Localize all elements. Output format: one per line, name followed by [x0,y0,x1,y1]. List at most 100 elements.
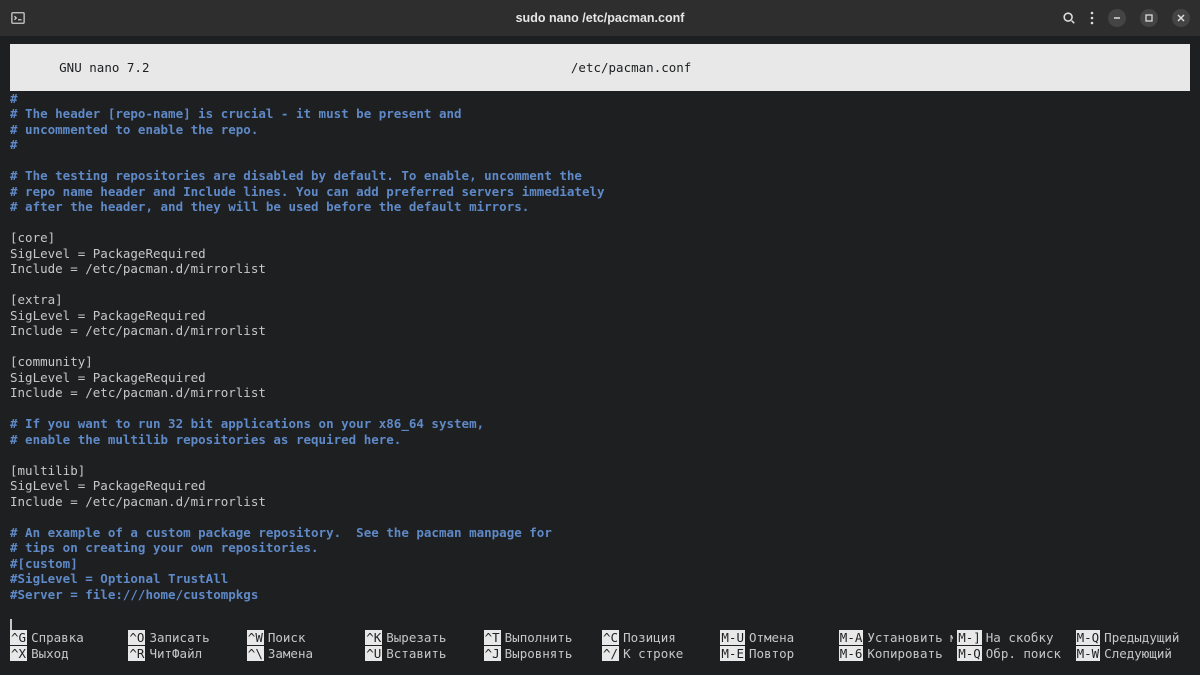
editor-line [10,215,1190,231]
minimize-button[interactable] [1108,9,1126,27]
shortcut-key: M-A [839,630,864,645]
shortcut-item: ^J Выровнять [484,646,598,662]
window-titlebar: sudo nano /etc/pacman.conf [0,0,1200,36]
terminal-viewport[interactable]: GNU nano 7.2 /etc/pacman.conf ## The hea… [0,36,1200,633]
shortcut-key: ^O [128,630,145,645]
shortcut-item: M-E Повтор [720,646,834,662]
shortcut-label: Следующий [1104,646,1172,661]
shortcut-item: ^U Вставить [365,646,479,662]
maximize-button[interactable] [1140,9,1158,27]
editor-line: # The header [repo-name] is crucial - it… [10,106,1190,122]
editor-line: # uncommented to enable the repo. [10,122,1190,138]
shortcut-label: Выполнить [505,630,573,645]
nano-filename: /etc/pacman.conf [571,60,691,75]
editor-line: # repo name header and Include lines. Yo… [10,184,1190,200]
shortcut-item: ^R ЧитФайл [128,646,242,662]
shortcut-key: ^X [10,646,27,661]
shortcut-item: ^K Вырезать [365,630,479,646]
editor-line: # [10,91,1190,107]
shortcut-label: Позиция [623,630,676,645]
shortcut-key: ^K [365,630,382,645]
shortcut-label: Предыдущий [1104,630,1179,645]
shortcut-key: ^\ [247,646,264,661]
shortcut-label: К строке [623,646,683,661]
shortcut-label: Отмена [749,630,794,645]
editor-line: #Server = file:///home/custompkgs [10,587,1190,603]
shortcut-item: ^G Справка [10,630,124,646]
shortcut-key: ^R [128,646,145,661]
editor-blank-line [10,602,1190,618]
shortcut-label: Записать [149,630,209,645]
editor-line [10,509,1190,525]
editor-line: [community] [10,354,1190,370]
shortcut-label: ЧитФайл [149,646,202,661]
shortcut-key: M-W [1076,646,1101,661]
titlebar-left [10,10,26,26]
shortcut-item: ^W Поиск [247,630,361,646]
editor-line: # after the header, and they will be use… [10,199,1190,215]
menu-icon[interactable] [1090,11,1094,25]
shortcut-key: M-U [720,630,745,645]
editor-line: Include = /etc/pacman.d/mirrorlist [10,261,1190,277]
shortcut-item: M-AУстановить ме [839,630,953,646]
shortcut-item: M-U Отмена [720,630,834,646]
shortcut-item: ^C Позиция [602,630,716,646]
editor-line: # tips on creating your own repositories… [10,540,1190,556]
shortcut-key: ^W [247,630,264,645]
shortcut-key: ^J [484,646,501,661]
shortcut-label: Выровнять [505,646,573,661]
shortcut-label: Обр. поиск [986,646,1061,661]
shortcut-key: ^C [602,630,619,645]
editor-line: #[custom] [10,556,1190,572]
shortcut-label: Копировать [867,646,942,661]
shortcut-item: M-6Копировать [839,646,953,662]
shortcut-key: M-] [957,630,982,645]
shortcut-item: ^T Выполнить [484,630,598,646]
shortcut-key: M-6 [839,646,864,661]
editor-line: # enable the multilib repositories as re… [10,432,1190,448]
shortcut-label: Вырезать [386,630,446,645]
shortcut-label: На скобку [986,630,1054,645]
search-icon[interactable] [1062,11,1076,25]
shortcut-label: Установить ме [867,630,953,645]
shortcut-key: ^/ [602,646,619,661]
shortcut-key: ^T [484,630,501,645]
shortcut-item: ^O Записать [128,630,242,646]
shortcut-item: M-QОбр. поиск [957,646,1071,662]
titlebar-right [1062,9,1190,27]
editor-line: SigLevel = PackageRequired [10,308,1190,324]
shortcut-item: M-QПредыдущий [1076,630,1190,646]
editor-line: #SigLevel = Optional TrustAll [10,571,1190,587]
shortcut-label: Замена [268,646,313,661]
editor-line: SigLevel = PackageRequired [10,246,1190,262]
editor-line [10,153,1190,169]
editor-line: # An example of a custom package reposit… [10,525,1190,541]
editor-line [10,339,1190,355]
editor-line: Include = /etc/pacman.d/mirrorlist [10,385,1190,401]
shortcut-item: M-WСледующий [1076,646,1190,662]
shortcut-key: M-Q [1076,630,1101,645]
editor-line: Include = /etc/pacman.d/mirrorlist [10,323,1190,339]
shortcut-label: Выход [31,646,69,661]
shortcut-label: Поиск [268,630,306,645]
shortcut-key: ^G [10,630,27,645]
shortcut-label: Повтор [749,646,794,661]
editor-line: SigLevel = PackageRequired [10,478,1190,494]
editor-content[interactable]: ## The header [repo-name] is crucial - i… [10,91,1190,603]
editor-line [10,277,1190,293]
nano-shortcut-bar: ^G Справка ^O Записать ^W Поиск ^K Вырезать ^T Вы… [10,630,1190,661]
editor-line: # [10,137,1190,153]
shortcut-label: Вставить [386,646,446,661]
nano-version: GNU nano 7.2 [44,60,149,75]
shortcut-label: Справка [31,630,84,645]
shortcut-key: M-E [720,646,745,661]
editor-line: SigLevel = PackageRequired [10,370,1190,386]
window-title: sudo nano /etc/pacman.conf [0,11,1200,25]
editor-line: # If you want to run 32 bit applications… [10,416,1190,432]
editor-line: [core] [10,230,1190,246]
editor-line: Include = /etc/pacman.d/mirrorlist [10,494,1190,510]
editor-line: [multilib] [10,463,1190,479]
shortcut-key: ^U [365,646,382,661]
close-button[interactable] [1172,9,1190,27]
terminal-app-icon [10,10,26,26]
